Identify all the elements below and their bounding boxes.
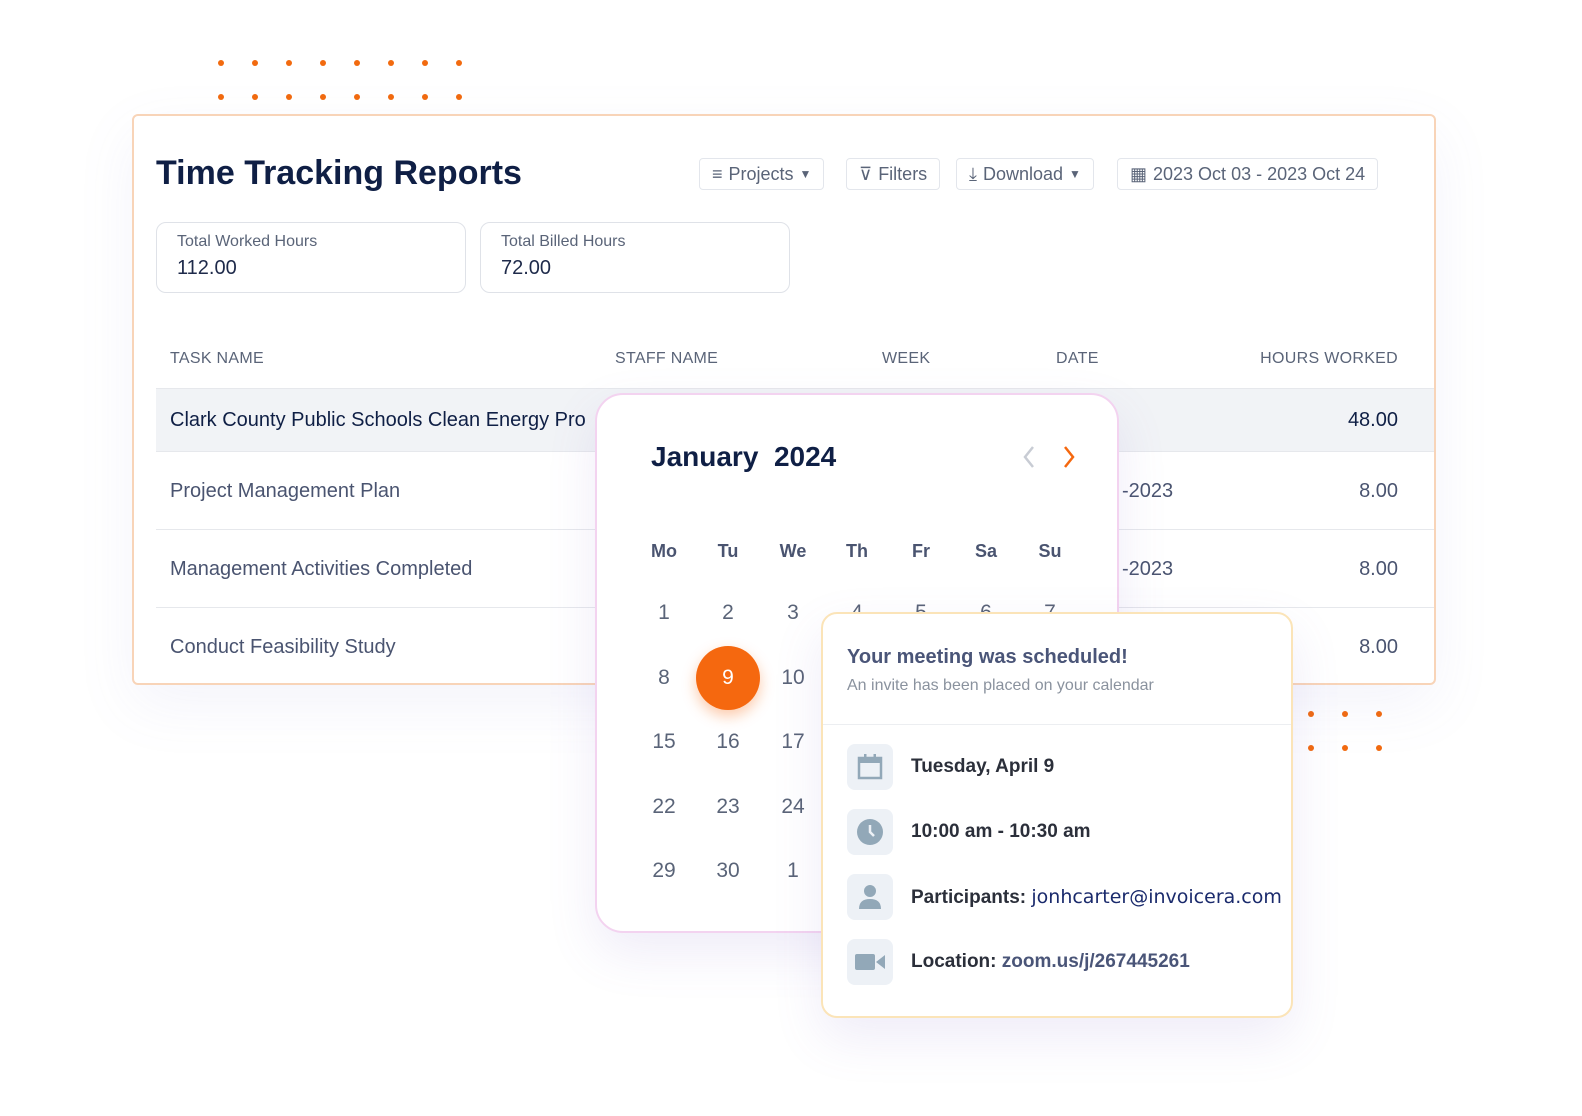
calendar-day[interactable]: 16: [696, 710, 760, 774]
orange-dot: [1342, 745, 1348, 751]
calendar-day[interactable]: 23: [696, 775, 760, 839]
calendar-icon: [847, 744, 893, 790]
meeting-subtitle: An invite has been placed on your calend…: [847, 677, 1154, 694]
calendar-day[interactable]: 3: [761, 581, 825, 645]
meeting-title: Your meeting was scheduled!: [847, 646, 1128, 668]
meeting-date: Tuesday, April 9: [911, 756, 1055, 777]
calendar-day[interactable]: 22: [632, 775, 696, 839]
weekday-header: Sa: [974, 541, 998, 561]
list-icon: ≡: [712, 163, 723, 184]
weekday-header: Mo: [651, 541, 677, 561]
clock-icon: [847, 809, 893, 855]
prev-month-icon[interactable]: [1021, 445, 1037, 469]
orange-dot: [422, 60, 428, 66]
orange-dot: [1376, 711, 1382, 717]
orange-dot: [1342, 711, 1348, 717]
weekday-header: Tu: [717, 541, 739, 561]
header-staff[interactable]: STAFF NAME: [615, 350, 718, 368]
meeting-scheduled-card: Your meeting was scheduled! An invite ha…: [821, 612, 1293, 1018]
orange-dot: [456, 60, 462, 66]
divider: [823, 724, 1291, 725]
orange-dot: [1308, 745, 1314, 751]
orange-dot: [286, 94, 292, 100]
orange-dot: [218, 60, 224, 66]
orange-dot: [320, 60, 326, 66]
participants-email[interactable]: jonhcarter@invoicera.com: [1031, 886, 1282, 908]
orange-dot: [252, 60, 258, 66]
orange-dot: [354, 94, 360, 100]
stat-total-billed: Total Billed Hours 72.00: [480, 222, 790, 293]
video-camera-icon: [847, 939, 893, 985]
stat-total-worked: Total Worked Hours 112.00: [156, 222, 466, 293]
calendar-day[interactable]: 29: [632, 839, 696, 903]
calendar-day[interactable]: 17: [761, 710, 825, 774]
date-range-picker[interactable]: ▦ 2023 Oct 03 - 2023 Oct 24: [1117, 158, 1379, 190]
orange-dot: [320, 94, 326, 100]
orange-dot: [1376, 745, 1382, 751]
meeting-time: 10:00 am - 10:30 am: [911, 821, 1091, 842]
header-task[interactable]: TASK NAME: [170, 350, 264, 368]
calendar-day[interactable]: 10: [761, 646, 825, 710]
calendar-month-title: January 2024: [651, 441, 837, 472]
download-dropdown[interactable]: ⤓ Download ▼: [956, 158, 1094, 190]
orange-dot: [388, 94, 394, 100]
orange-dot: [456, 94, 462, 100]
orange-dot: [218, 94, 224, 100]
caret-down-icon: ▼: [1069, 167, 1081, 181]
calendar-icon: ▦: [1130, 163, 1148, 184]
next-month-icon[interactable]: [1061, 445, 1077, 469]
calendar-day[interactable]: 1: [632, 581, 696, 645]
calendar-day[interactable]: 8: [632, 646, 696, 710]
weekday-header: Su: [1038, 541, 1062, 561]
header-hours[interactable]: HOURS WORKED: [1260, 350, 1398, 368]
calendar-day-selected[interactable]: 9: [696, 645, 760, 710]
person-icon: [847, 874, 893, 920]
orange-dot: [354, 60, 360, 66]
weekday-header: Th: [846, 541, 868, 561]
header-date[interactable]: DATE: [1056, 350, 1099, 368]
orange-dot: [422, 94, 428, 100]
header-week[interactable]: WEEK: [882, 350, 930, 368]
orange-dot: [286, 60, 292, 66]
location-link[interactable]: zoom.us/j/267445261: [1002, 951, 1190, 972]
calendar-day[interactable]: 2: [696, 581, 760, 645]
projects-dropdown[interactable]: ≡ Projects ▼: [699, 158, 825, 190]
caret-down-icon: ▼: [799, 167, 812, 181]
orange-dot: [252, 94, 258, 100]
page-title: Time Tracking Reports: [156, 154, 522, 192]
calendar-day[interactable]: 24: [761, 775, 825, 839]
filters-button[interactable]: ⊽ Filters: [846, 158, 941, 190]
calendar-day[interactable]: 15: [632, 710, 696, 774]
orange-dot: [1308, 711, 1314, 717]
calendar-day[interactable]: 30: [696, 839, 760, 903]
filter-icon: ⊽: [859, 163, 873, 184]
weekday-header: Fr: [912, 541, 930, 561]
weekday-header: We: [779, 541, 807, 561]
orange-dot: [388, 60, 394, 66]
calendar-day[interactable]: 1: [761, 839, 825, 903]
download-icon: ⤓: [969, 163, 977, 184]
